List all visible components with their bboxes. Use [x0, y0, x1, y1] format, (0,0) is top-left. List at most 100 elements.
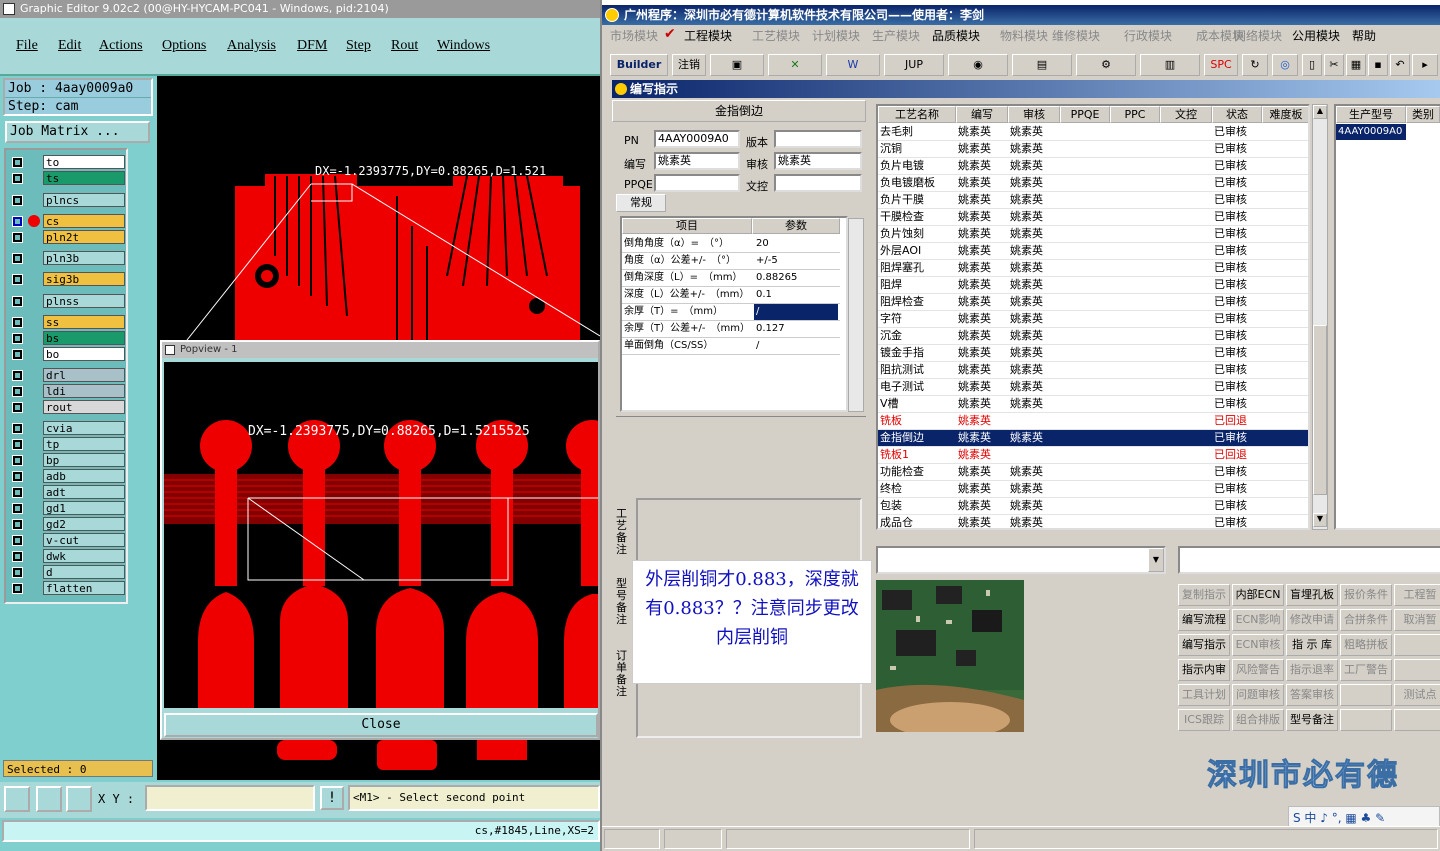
- erp-menu-item[interactable]: 维修模块: [1052, 27, 1100, 44]
- process-header[interactable]: 难度板: [1262, 106, 1308, 123]
- layer-row-bp[interactable]: bp: [8, 453, 126, 468]
- process-row[interactable]: 镀金手指 姚素英 姚素英 已审核: [878, 345, 1308, 362]
- action-button[interactable]: 编写指示: [1178, 634, 1230, 656]
- layer-row-ldi[interactable]: ldi: [8, 384, 126, 399]
- layer-checkbox[interactable]: [12, 296, 23, 307]
- erp-menu-item[interactable]: 行政模块: [1124, 27, 1172, 44]
- layer-checkbox[interactable]: [12, 583, 23, 594]
- layer-row-drl[interactable]: drl: [8, 368, 126, 383]
- layer-row-bo[interactable]: bo: [8, 347, 126, 362]
- layer-row-d[interactable]: d: [8, 565, 126, 580]
- layer-checkbox[interactable]: [12, 487, 23, 498]
- logout-button[interactable]: 注销: [672, 54, 706, 76]
- process-row[interactable]: 负片干膜 姚素英 姚素英 已审核: [878, 192, 1308, 209]
- process-header[interactable]: PPQE: [1060, 106, 1110, 123]
- param-value[interactable]: 0.88265: [754, 270, 838, 286]
- action-button[interactable]: 风险警告: [1232, 659, 1284, 681]
- layer-row-ts[interactable]: ts: [8, 171, 126, 186]
- action-button[interactable]: 测试点: [1394, 684, 1440, 706]
- process-row[interactable]: 去毛刺 姚素英 姚素英 已审核: [878, 124, 1308, 141]
- action-button[interactable]: 粗略拼板: [1340, 634, 1392, 656]
- layer-row-pln3b[interactable]: pln3b: [8, 251, 126, 266]
- word-icon[interactable]: W: [826, 54, 880, 76]
- layer-checkbox[interactable]: [12, 370, 23, 381]
- version-field[interactable]: [774, 130, 862, 148]
- param-value[interactable]: /: [754, 304, 838, 320]
- popview-canvas[interactable]: DX=-1.2393775,DY=0.88265,D=1.5215525: [164, 362, 598, 708]
- layer-checkbox[interactable]: [12, 253, 23, 264]
- layer-row-tp[interactable]: tp: [8, 437, 126, 452]
- process-row[interactable]: V槽 姚素英 姚素英 已审核: [878, 396, 1308, 413]
- action-button[interactable]: 答案审核: [1286, 684, 1338, 706]
- layer-checkbox[interactable]: [12, 157, 23, 168]
- layer-row-adt[interactable]: adt: [8, 485, 126, 500]
- alert-button[interactable]: !: [320, 786, 344, 810]
- erp-menu-item[interactable]: 物料模块: [1000, 27, 1048, 44]
- eye-icon[interactable]: ◉: [948, 54, 1008, 76]
- menu-options[interactable]: Options: [162, 38, 206, 54]
- layer-row-cvia[interactable]: cvia: [8, 421, 126, 436]
- layer-row-ss[interactable]: ss: [8, 315, 126, 330]
- save-icon[interactable]: ▪: [1368, 54, 1388, 76]
- process-row[interactable]: 成品仓 姚素英 姚素英 已审核: [878, 515, 1308, 528]
- layer-row-rout[interactable]: rout: [8, 400, 126, 415]
- database-icon[interactable]: ▤: [1012, 54, 1072, 76]
- layer-checkbox[interactable]: [12, 551, 23, 562]
- writer-field[interactable]: 姚素英: [654, 152, 740, 170]
- menu-edit[interactable]: Edit: [58, 38, 81, 54]
- jup-button[interactable]: JUP: [884, 54, 944, 76]
- action-button[interactable]: ICS跟踪: [1178, 709, 1230, 731]
- ppqe-field[interactable]: [654, 174, 740, 192]
- action-button[interactable]: 取消暂: [1394, 609, 1440, 631]
- process-scrollbar[interactable]: ▲ ▼: [1312, 104, 1328, 530]
- process-row[interactable]: 铣板 姚素英 已回退: [878, 413, 1308, 430]
- process-row[interactable]: 沉金 姚素英 姚素英 已审核: [878, 328, 1308, 345]
- layer-checkbox[interactable]: [12, 386, 23, 397]
- layer-row-plnss[interactable]: plnss: [8, 294, 126, 309]
- layer-row-cs[interactable]: cs: [8, 214, 126, 229]
- action-button[interactable]: 复制指示: [1178, 584, 1230, 606]
- network-icon[interactable]: ⚙: [1076, 54, 1136, 76]
- process-row[interactable]: 沉铜 姚素英 姚素英 已审核: [878, 141, 1308, 158]
- process-row[interactable]: 终检 姚素英 姚素英 已审核: [878, 481, 1308, 498]
- param-row[interactable]: 余厚（T）公差+/- （mm） 0.127: [622, 321, 840, 338]
- param-value[interactable]: 0.1: [754, 287, 838, 303]
- process-row[interactable]: 负片电镀 姚素英 姚素英 已审核: [878, 158, 1308, 175]
- process-header[interactable]: 文控: [1160, 106, 1212, 123]
- layer-checkbox[interactable]: [12, 519, 23, 530]
- pn-field[interactable]: 4AAY0009A0: [654, 130, 740, 148]
- process-row[interactable]: 外层AOI 姚素英 姚素英 已审核: [878, 243, 1308, 260]
- layer-row-to[interactable]: to: [8, 155, 126, 170]
- layer-checkbox[interactable]: [12, 317, 23, 328]
- layer-checkbox[interactable]: [12, 274, 23, 285]
- layer-row-bs[interactable]: bs: [8, 331, 126, 346]
- erp-menu-item[interactable]: 计划模块: [812, 27, 860, 44]
- layer-row-adb[interactable]: adb: [8, 469, 126, 484]
- action-button[interactable]: [1394, 634, 1440, 656]
- chevron-down-icon[interactable]: ▼: [1148, 548, 1164, 572]
- printer-icon[interactable]: ▥: [1140, 54, 1200, 76]
- layer-checkbox[interactable]: [12, 232, 23, 243]
- scroll-up-icon[interactable]: ▲: [1313, 105, 1327, 119]
- undo-icon[interactable]: ↶: [1390, 54, 1410, 76]
- param-value[interactable]: /: [754, 338, 838, 354]
- action-button[interactable]: 工具计划: [1178, 684, 1230, 706]
- erp-menu-item[interactable]: 市场模块: [610, 27, 658, 44]
- close-icon[interactable]: [165, 345, 175, 355]
- action-button[interactable]: ECN审核: [1232, 634, 1284, 656]
- action-button[interactable]: 编写流程: [1178, 609, 1230, 631]
- layer-checkbox[interactable]: [12, 455, 23, 466]
- action-button[interactable]: 工厂警告: [1340, 659, 1392, 681]
- action-button[interactable]: 内部ECN: [1232, 584, 1284, 606]
- action-button[interactable]: 报价条件: [1340, 584, 1392, 606]
- zoom-fit-icon[interactable]: [4, 786, 30, 812]
- menu-windows[interactable]: Windows: [437, 38, 490, 54]
- layer-checkbox[interactable]: [12, 173, 23, 184]
- param-value[interactable]: 20: [754, 236, 838, 252]
- erp-menu-item[interactable]: 网络模块: [1234, 27, 1282, 44]
- search-field[interactable]: [1178, 546, 1440, 574]
- menu-step[interactable]: Step: [346, 38, 371, 54]
- param-row[interactable]: 单面倒角（CS/SS） /: [622, 338, 840, 355]
- paste-icon[interactable]: ▦: [1346, 54, 1366, 76]
- more-icon[interactable]: ▸: [1412, 54, 1438, 76]
